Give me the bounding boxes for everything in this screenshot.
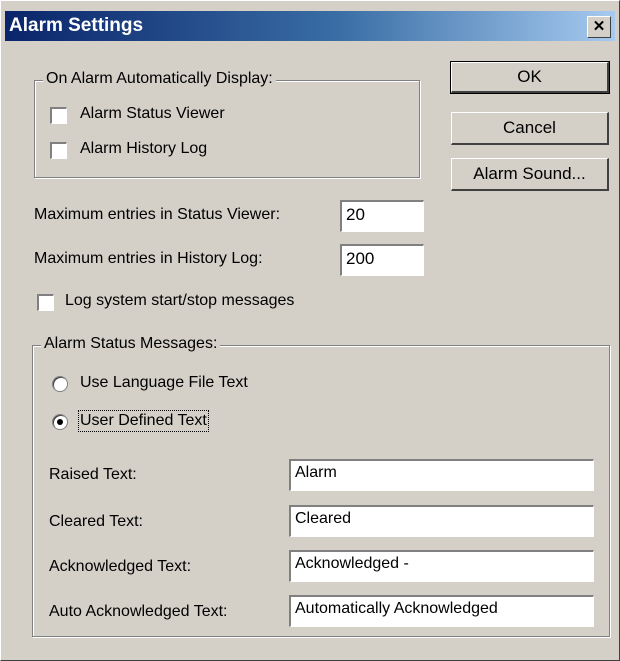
radio-selected-dot [57, 419, 63, 425]
title-bar[interactable]: Alarm Settings ✕ [5, 11, 615, 41]
raised-text-field[interactable]: Alarm [289, 459, 594, 491]
close-icon: ✕ [592, 18, 606, 35]
acknowledged-text-field[interactable]: Acknowledged - [289, 550, 594, 582]
max-status-viewer-field[interactable]: 20 [340, 200, 424, 232]
cancel-button[interactable]: Cancel [451, 112, 609, 145]
cleared-text-field[interactable]: Cleared [289, 505, 594, 537]
alarm-status-viewer-label[interactable]: Alarm Status Viewer [80, 105, 225, 123]
max-history-log-field[interactable]: 200 [340, 244, 424, 276]
close-button[interactable]: ✕ [587, 16, 611, 38]
alarm-history-log-label[interactable]: Alarm History Log [80, 140, 207, 158]
window-title: Alarm Settings [9, 15, 144, 36]
alarm-sound-button[interactable]: Alarm Sound... [451, 158, 609, 191]
raised-text-label: Raised Text: [49, 466, 137, 483]
status-messages-legend: Alarm Status Messages: [41, 335, 221, 353]
log-system-checkbox[interactable] [37, 294, 54, 311]
auto-ack-text-field[interactable]: Automatically Acknowledged [289, 595, 594, 627]
alarm-status-viewer-checkbox[interactable] [50, 107, 67, 124]
auto-ack-text-label: Auto Acknowledged Text: [49, 603, 228, 620]
auto-display-group: On Alarm Automatically Display: Alarm St… [34, 70, 420, 178]
user-defined-label[interactable]: User Defined Text [78, 410, 209, 432]
ok-button[interactable]: OK [450, 61, 610, 94]
alarm-settings-dialog: Alarm Settings ✕ On Alarm Automatically … [0, 0, 620, 661]
cleared-text-label: Cleared Text: [49, 513, 143, 530]
max-status-viewer-label: Maximum entries in Status Viewer: [34, 206, 281, 223]
log-system-label[interactable]: Log system start/stop messages [65, 292, 294, 310]
max-history-log-label: Maximum entries in History Log: [34, 250, 263, 267]
use-language-file-label[interactable]: Use Language File Text [80, 374, 248, 392]
status-messages-group: Alarm Status Messages: Use Language File… [32, 335, 610, 637]
user-defined-radio[interactable] [52, 414, 68, 430]
use-language-file-radio[interactable] [52, 376, 68, 392]
auto-display-legend: On Alarm Automatically Display: [43, 70, 276, 88]
acknowledged-text-label: Acknowledged Text: [49, 558, 192, 575]
alarm-history-log-checkbox[interactable] [50, 142, 67, 159]
